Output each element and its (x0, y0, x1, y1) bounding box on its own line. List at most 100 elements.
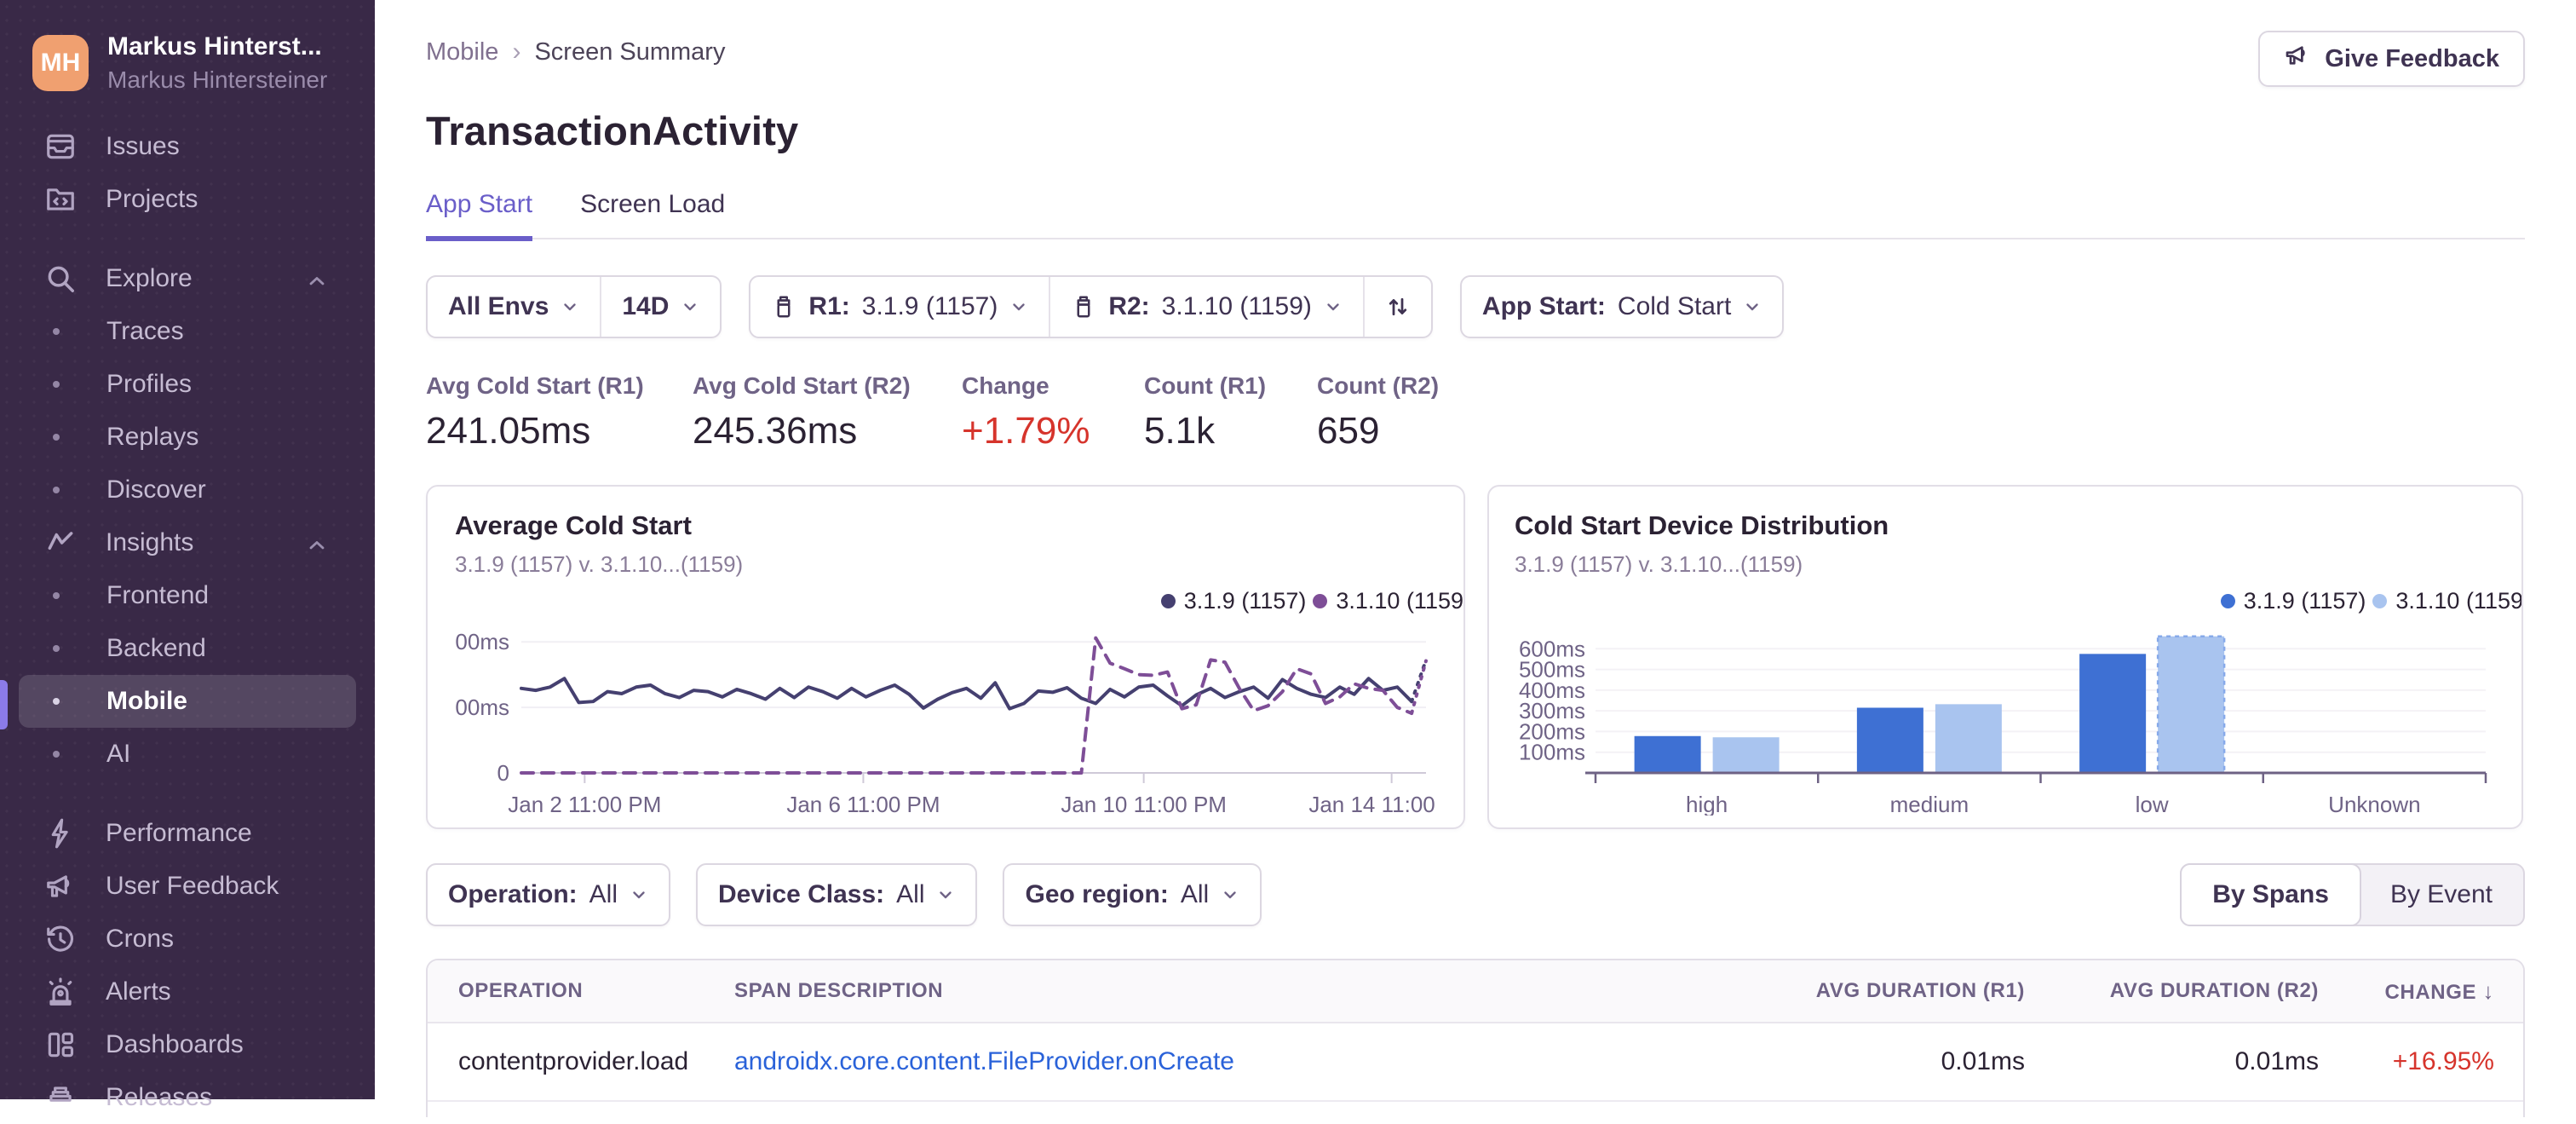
sidebar-item-insights[interactable]: Insights (0, 516, 375, 569)
stats-row: Avg Cold Start (R1) 241.05ms Avg Cold St… (426, 372, 2525, 452)
give-feedback-button[interactable]: Give Feedback (2258, 31, 2525, 87)
col-avg-duration-r1[interactable]: AVG DURATION (R1) (1735, 979, 2025, 1003)
col-change[interactable]: CHANGE ↓ (2319, 978, 2523, 1005)
svg-text:Jan 14 11:00 PM: Jan 14 11:00 PM (1308, 792, 1436, 816)
tab-screen-load[interactable]: Screen Load (580, 190, 725, 241)
sort-down-icon: ↓ (2482, 977, 2494, 1004)
sidebar-item-crons[interactable]: Crons (0, 913, 375, 965)
breadcrumb-mobile[interactable]: Mobile (426, 38, 498, 66)
device-distribution-chart-card: Cold Start Device Distribution 3.1.9 (11… (1487, 485, 2523, 829)
sidebar-item-issues[interactable]: Issues (0, 120, 375, 173)
org-name: Markus Hinterst... (107, 32, 322, 61)
chevron-down-icon (1013, 303, 1026, 311)
svg-text:600ms: 600ms (1519, 636, 1585, 661)
search-icon (44, 262, 78, 296)
svg-text:high: high (1686, 792, 1728, 816)
cell-change: +16.95% (2392, 1047, 2494, 1075)
env-filter[interactable]: All Envs (428, 277, 600, 337)
sidebar-item-frontend[interactable]: Frontend (0, 569, 375, 622)
span-description-link[interactable]: androidx.core.content.FileProvider.onCre… (734, 1047, 1234, 1075)
clock-icon (44, 922, 78, 956)
col-avg-duration-r2[interactable]: AVG DURATION (R2) (2025, 979, 2319, 1003)
svg-text:0: 0 (497, 760, 509, 786)
stat-change: Change +1.79% (962, 372, 1090, 452)
svg-text:Unknown: Unknown (2328, 792, 2420, 816)
charts-row: Average Cold Start 3.1.9 (1157) v. 3.1.1… (426, 485, 2525, 829)
legend-item: 3.1.10 (1159 (1313, 588, 1463, 614)
chart-subtitle: 3.1.9 (1157) v. 3.1.10...(1159) (1515, 551, 1803, 577)
date-range-filter[interactable]: 14D (601, 277, 720, 337)
sidebar: MH Markus Hinterst... Markus Hinterstein… (0, 0, 375, 1111)
sidebar-item-releases[interactable]: Releases (0, 1071, 375, 1124)
sidebar-item-explore[interactable]: Explore (0, 252, 375, 305)
stat-count-r1: Count (R1) 5.1k (1144, 372, 1267, 452)
col-operation[interactable]: OPERATION (428, 979, 734, 1003)
legend-item: 3.1.9 (1157) (2220, 588, 2366, 614)
filter-bar: All Envs 14D R1: 3.1.9 (1157) R2: 3.1.10… (426, 275, 2525, 338)
sidebar-nav: Issues Projects Explore Traces Profiles (0, 120, 375, 1124)
span-filter-row: Operation: All Device Class: All Geo reg… (426, 863, 2525, 926)
device-class-filter[interactable]: Device Class: All (696, 863, 978, 926)
sidebar-item-user-feedback[interactable]: User Feedback (0, 860, 375, 913)
sidebar-item-replays[interactable]: Replays (0, 411, 375, 464)
chart-legend: 3.1.9 (1157) 3.1.10 (1159 (1515, 586, 2521, 615)
sidebar-item-backend[interactable]: Backend (0, 622, 375, 675)
chart-legend: 3.1.9 (1157) 3.1.10 (1159 (455, 586, 1463, 615)
sidebar-item-projects[interactable]: Projects (0, 173, 375, 226)
sidebar-item-mobile[interactable]: Mobile (19, 675, 356, 728)
line-chart[interactable]: 0 200ms 400ms Jan 2 11:00 PM Jan 6 11:00 PM J… (455, 615, 1436, 816)
bar-chart[interactable]: 100ms200ms300ms400ms500ms600mshigh medium… (1515, 615, 2496, 816)
legend-item: 3.1.10 (1159 (2372, 588, 2521, 614)
legend-dot-icon (1160, 593, 1176, 608)
release-r1-selector[interactable]: R1: 3.1.9 (1157) (750, 277, 1049, 337)
stat-avg-cold-start-r1: Avg Cold Start (R1) 241.05ms (426, 372, 644, 452)
sidebar-item-discover[interactable]: Discover (0, 464, 375, 516)
release-icon (777, 296, 791, 318)
env-date-filter: All Envs 14D (426, 275, 722, 338)
toggle-by-spans[interactable]: By Spans (2180, 863, 2361, 926)
org-switcher[interactable]: MH Markus Hinterst... Markus Hinterstein… (32, 32, 327, 94)
cell-avg-duration-r1: 0.01ms (1941, 1047, 2025, 1075)
bullet-icon (53, 751, 60, 758)
average-cold-start-chart-card: Average Cold Start 3.1.9 (1157) v. 3.1.1… (426, 485, 1465, 829)
app-start-type-filter: App Start: Cold Start (1459, 275, 1785, 338)
bullet-icon (53, 434, 60, 441)
swap-releases-button[interactable] (1365, 277, 1431, 337)
bullet-icon (53, 698, 60, 705)
release-r2-selector[interactable]: R2: 3.1.10 (1159) (1050, 277, 1363, 337)
svg-text:low: low (2136, 792, 2169, 816)
sidebar-item-dashboards[interactable]: Dashboards (0, 1018, 375, 1071)
spans-table: OPERATION SPAN DESCRIPTION AVG DURATION … (426, 959, 2525, 1117)
sidebar-item-performance[interactable]: Performance (0, 807, 375, 860)
view-toggle: By Spans By Event (2180, 863, 2525, 926)
chart-title: Cold Start Device Distribution (1515, 510, 1889, 540)
legend-dot-icon (2372, 593, 2388, 608)
sidebar-item-profiles[interactable]: Profiles (0, 358, 375, 411)
bullet-icon (53, 592, 60, 599)
table-header: OPERATION SPAN DESCRIPTION AVG DURATION … (428, 960, 2523, 1023)
chevron-down-icon (684, 303, 697, 311)
release-icon (1077, 296, 1090, 318)
chevron-up-icon (305, 533, 329, 564)
siren-icon (44, 975, 78, 1009)
operation-filter[interactable]: Operation: All (426, 863, 671, 926)
toggle-by-event[interactable]: By Event (2360, 865, 2523, 925)
bullet-icon (53, 487, 60, 493)
table-row-partial (428, 1102, 2523, 1117)
bullet-icon (53, 328, 60, 335)
col-span-description[interactable]: SPAN DESCRIPTION (734, 979, 1735, 1003)
chevron-down-icon (1746, 303, 1759, 311)
projects-icon (44, 182, 78, 216)
chevron-down-icon (940, 891, 952, 899)
tab-app-start[interactable]: App Start (426, 190, 533, 241)
geo-region-filter[interactable]: Geo region: All (1003, 863, 1262, 926)
megaphone-icon (2284, 42, 2311, 76)
page-title: TransactionActivity (426, 108, 799, 153)
issues-icon (44, 130, 78, 164)
sidebar-item-ai[interactable]: AI (0, 728, 375, 781)
app-start-type-selector[interactable]: App Start: Cold Start (1462, 277, 1782, 337)
breadcrumb: Mobile › Screen Summary (426, 37, 725, 66)
sidebar-item-alerts[interactable]: Alerts (0, 965, 375, 1018)
sidebar-item-traces[interactable]: Traces (0, 305, 375, 358)
chart-subtitle: 3.1.9 (1157) v. 3.1.10...(1159) (455, 551, 744, 577)
